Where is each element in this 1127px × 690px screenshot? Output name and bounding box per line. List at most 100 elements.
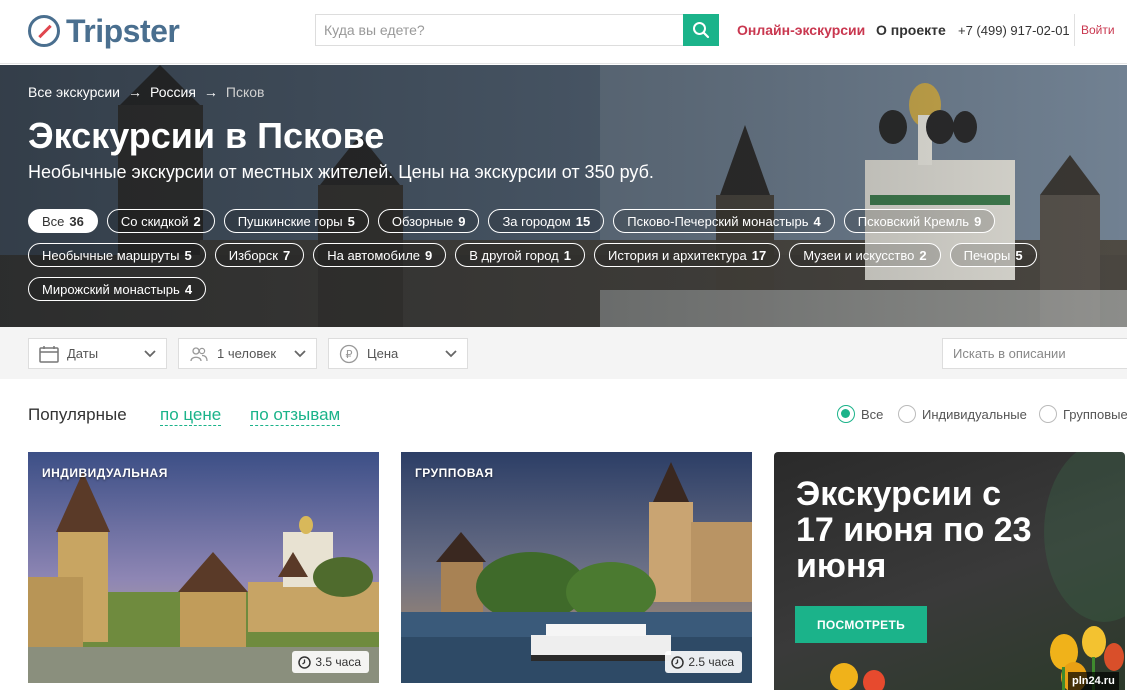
divider (1074, 14, 1075, 46)
chevron-down-icon (144, 350, 156, 358)
tag-count: 4 (813, 213, 821, 229)
tag-unusual-routes[interactable]: Необычные маршруты 5 (28, 243, 206, 267)
destination-search-input[interactable] (315, 14, 683, 46)
description-search (942, 338, 1127, 369)
promo-title: Экскурсии с 17 июня по 23 июня (796, 475, 1032, 585)
nav-about[interactable]: О проекте (876, 22, 946, 38)
tag-label: Мирожский монастырь (42, 281, 180, 297)
nav-online-tours[interactable]: Онлайн-экскурсии (737, 22, 865, 38)
tag-count: 7 (282, 247, 291, 263)
price-select[interactable]: ₽ Цена (328, 338, 468, 369)
tag-mirozhsky-monastery[interactable]: Мирожский монастырь 4 (28, 277, 207, 301)
tag-izborsk[interactable]: Изборск 7 (214, 243, 305, 267)
radio-label: Индивидуальные (922, 406, 1027, 422)
page-subtitle: Необычные экскурсии от местных жителей. … (28, 162, 654, 182)
tag-count: 5 (184, 247, 192, 263)
header-search (315, 14, 719, 46)
svg-text:₽: ₽ (346, 348, 353, 361)
tag-pskov-kremlin[interactable]: Псковский Кремль 9 (843, 209, 996, 233)
tag-museums-art[interactable]: Музеи и искусство 2 (789, 243, 941, 267)
tag-pushkin-hills[interactable]: Пушкинские горы 5 (223, 209, 369, 233)
chevron-down-icon (294, 350, 306, 358)
price-label: Цена (367, 346, 399, 361)
tag-count: 2 (193, 213, 201, 229)
tag-label: В другой город (469, 247, 559, 263)
tour-type-label: ИНДИВИДУАЛЬНАЯ (42, 466, 168, 480)
people-label: 1 человек (217, 346, 277, 361)
tour-card[interactable]: ГРУППОВАЯ 2.5 часа (401, 452, 752, 683)
promo-view-button[interactable]: ПОСМОТРЕТЬ (795, 606, 927, 643)
search-icon (693, 22, 710, 39)
tour-type-label: ГРУППОВАЯ (415, 466, 494, 480)
duration-text: 2.5 часа (688, 655, 734, 669)
tag-count: 17 (751, 247, 767, 263)
radio-circle (898, 405, 916, 423)
logo[interactable]: Tripster (28, 11, 180, 51)
breadcrumb-arrow: → (128, 84, 142, 100)
breadcrumb-russia[interactable]: Россия (150, 84, 196, 100)
promo-banner[interactable]: Экскурсии с 17 июня по 23 июня ПОСМОТРЕТ… (774, 452, 1125, 690)
ruble-icon: ₽ (339, 344, 359, 364)
tag-by-car[interactable]: На автомобиле 9 (313, 243, 447, 267)
tag-label: История и архитектура (607, 247, 747, 263)
breadcrumb-all-tours[interactable]: Все экскурсии (28, 84, 120, 100)
tag-count: 2 (919, 247, 927, 263)
breadcrumb: Все экскурсии → Россия → Псков (28, 84, 265, 100)
tag-label: Музеи и искусство (803, 247, 915, 263)
calendar-icon (39, 345, 59, 363)
sort-popular[interactable]: Популярные (28, 405, 127, 425)
category-tags: Все 36 Со скидкой 2 Пушкинские горы 5 Обзор… (28, 209, 1088, 301)
clock-icon (671, 655, 685, 669)
tag-label: Все (42, 213, 65, 229)
breadcrumb-pskov: Псков (225, 84, 265, 100)
tag-count: 5 (1015, 247, 1023, 263)
watermark: pln24.ru (1068, 672, 1119, 690)
tag-label: На автомобиле (327, 247, 421, 263)
tour-photo (401, 452, 752, 683)
tag-count: 9 (458, 213, 466, 229)
breadcrumb-arrow: → (203, 84, 218, 100)
sort-by-reviews[interactable]: по отзывам (250, 405, 341, 426)
radio-group[interactable]: Групповые (1039, 405, 1127, 423)
duration-text: 3.5 часа (315, 655, 361, 669)
tag-count: 9 (425, 247, 433, 263)
tag-label: За городом (502, 213, 571, 229)
people-icon (189, 346, 209, 362)
site-header: Tripster Онлайн-экскурсии О проекте +7 (… (0, 0, 1127, 64)
tag-discount[interactable]: Со скидкой 2 (106, 209, 215, 233)
tag-label: Печоры (963, 247, 1011, 263)
tag-all[interactable]: Все 36 (28, 209, 98, 233)
radio-circle (1039, 405, 1057, 423)
search-button[interactable] (683, 14, 719, 46)
tag-label: Пушкинские горы (237, 213, 343, 229)
tour-card[interactable]: ИНДИВИДУАЛЬНАЯ 3.5 часа (28, 452, 379, 683)
people-select[interactable]: 1 человек (178, 338, 317, 369)
logo-text: Tripster (66, 12, 180, 49)
tag-overview[interactable]: Обзорные 9 (377, 209, 480, 233)
radio-individual[interactable]: Индивидуальные (898, 405, 1027, 423)
tag-label: Псковский Кремль (857, 213, 970, 229)
tag-count: 36 (69, 213, 84, 229)
tag-count: 5 (347, 213, 355, 229)
radio-circle (837, 405, 855, 423)
tag-history-architecture[interactable]: История и архитектура 17 (593, 243, 781, 267)
compass-icon (28, 15, 60, 47)
sort-by-price[interactable]: по цене (160, 405, 222, 426)
clock-icon (298, 655, 312, 669)
duration-badge: 2.5 часа (665, 651, 742, 673)
tour-photo (28, 452, 379, 683)
tag-out-of-town[interactable]: За городом 15 (488, 209, 605, 233)
radio-all[interactable]: Все (837, 405, 883, 423)
filter-bar: Даты 1 человек ₽ Цена (0, 327, 1127, 379)
tag-pechersky-monastery[interactable]: Псково-Печерский монастырь 4 (613, 209, 835, 233)
radio-label: Все (861, 406, 884, 422)
tag-label: Псково-Печерский монастырь (627, 213, 809, 229)
phone-number[interactable]: +7 (499) 917-02-01 (958, 23, 1070, 38)
description-search-input[interactable] (942, 338, 1127, 369)
radio-label: Групповые (1063, 406, 1127, 422)
login-link[interactable]: Войти (1081, 23, 1115, 37)
dates-select[interactable]: Даты (28, 338, 167, 369)
tag-other-city[interactable]: В другой город 1 (455, 243, 585, 267)
tag-pechory[interactable]: Печоры 5 (949, 243, 1037, 267)
tag-label: Изборск (228, 247, 278, 263)
